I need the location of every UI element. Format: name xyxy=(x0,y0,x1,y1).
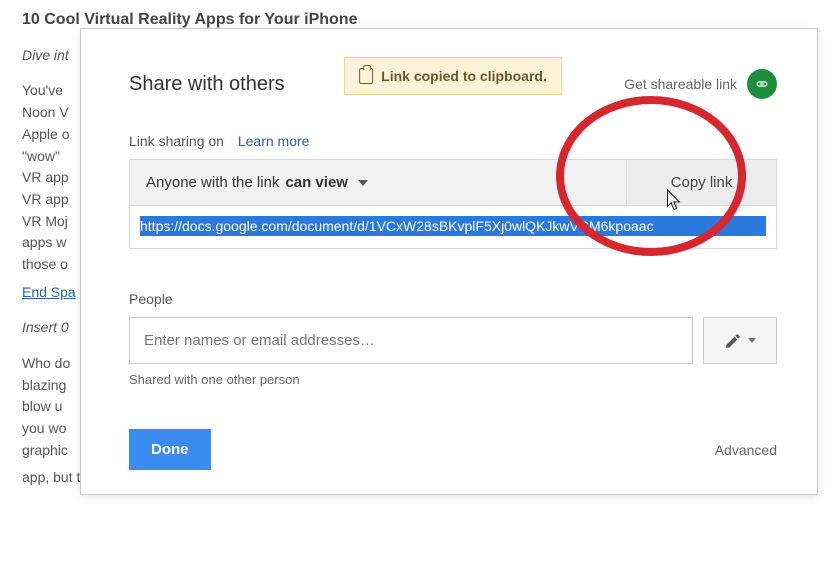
pencil-icon xyxy=(724,332,742,350)
people-label: People xyxy=(129,291,777,307)
dialog-title: Share with others xyxy=(129,73,285,96)
get-shareable-label: Get shareable link xyxy=(624,76,737,92)
copy-link-button[interactable]: Copy link xyxy=(626,160,776,205)
share-dialog: Share with others Link copied to clipboa… xyxy=(80,28,818,495)
people-input[interactable] xyxy=(129,317,693,364)
copy-link-label: Copy link xyxy=(671,174,733,191)
share-url-text: https://docs.google.com/document/d/1VCxW… xyxy=(140,216,766,236)
end-space-link[interactable]: End Spa xyxy=(22,284,76,300)
shared-with-note: Shared with one other person xyxy=(129,372,777,387)
share-url-field[interactable]: https://docs.google.com/document/d/1VCxW… xyxy=(130,206,776,248)
permission-menu-button[interactable] xyxy=(703,317,777,364)
learn-more-link[interactable]: Learn more xyxy=(238,133,310,149)
done-button[interactable]: Done xyxy=(129,429,211,470)
copied-toast: Link copied to clipboard. xyxy=(344,57,562,95)
permission-dropdown[interactable]: Anyone with the link can view xyxy=(130,160,626,205)
link-sharing-status: Link sharing on Learn more xyxy=(129,133,777,149)
permission-level: can view xyxy=(285,174,348,191)
clipboard-icon xyxy=(359,68,373,84)
permission-block: Anyone with the link can view Copy link … xyxy=(129,159,777,249)
link-icon xyxy=(747,69,777,99)
advanced-link[interactable]: Advanced xyxy=(715,442,777,458)
get-shareable-link[interactable]: Get shareable link xyxy=(624,69,777,99)
toast-text: Link copied to clipboard. xyxy=(381,68,547,84)
chevron-down-icon xyxy=(358,180,368,186)
permission-prefix: Anyone with the link xyxy=(146,174,279,191)
chevron-down-icon xyxy=(748,338,756,343)
